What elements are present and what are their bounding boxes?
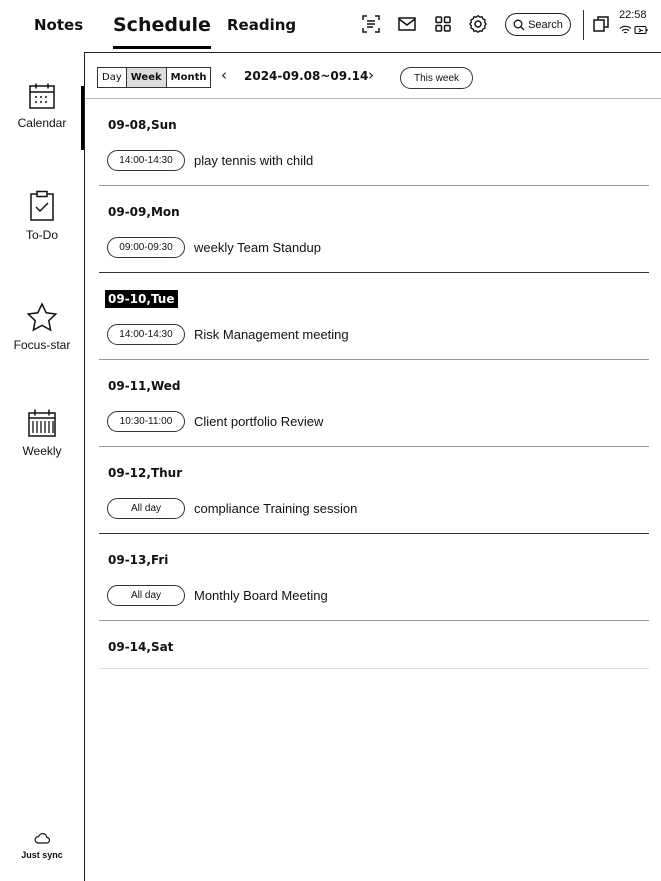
top-bar: Notes Schedule Reading Search 22:58 bbox=[0, 0, 661, 53]
event-item[interactable]: All day Monthly Board Meeting bbox=[107, 585, 328, 606]
search-icon bbox=[513, 19, 525, 30]
day-label-today: 09-10,Tue bbox=[105, 290, 178, 308]
sidebar-item-label: Focus-star bbox=[13, 338, 71, 352]
day-label: 09-09,Mon bbox=[108, 205, 180, 219]
day-label: 09-11,Wed bbox=[108, 379, 181, 393]
tab-notes[interactable]: Notes bbox=[34, 0, 83, 50]
sidebar-item-label: Weekly bbox=[22, 444, 62, 458]
weekly-icon bbox=[28, 409, 56, 437]
sync-button[interactable]: Just sync bbox=[0, 832, 84, 860]
day-label: 09-13,Fri bbox=[108, 553, 169, 567]
event-item[interactable]: 14:00-14:30 Risk Management meeting bbox=[107, 324, 349, 345]
event-title: play tennis with child bbox=[194, 153, 314, 168]
day-section: 09-11,Wed 10:30-11:00 Client portfolio R… bbox=[99, 359, 649, 447]
event-item[interactable]: 09:00-09:30 weekly Team Standup bbox=[107, 237, 321, 258]
day-section: 09-09,Mon 09:00-09:30 weekly Team Standu… bbox=[99, 185, 649, 273]
sidebar-item-label: Calendar bbox=[17, 116, 67, 130]
day-section: 09-10,Tue 14:00-14:30 Risk Management me… bbox=[99, 272, 649, 360]
todo-icon bbox=[30, 190, 54, 221]
sidebar-item-calendar[interactable]: Calendar bbox=[0, 82, 84, 130]
event-time: All day bbox=[107, 498, 185, 519]
next-week-icon[interactable]: › bbox=[368, 66, 374, 84]
battery-icon bbox=[634, 25, 648, 35]
tab-reading[interactable]: Reading bbox=[227, 0, 296, 50]
star-icon bbox=[26, 302, 58, 332]
view-month-button[interactable]: Month bbox=[166, 68, 211, 87]
event-title: Client portfolio Review bbox=[194, 414, 324, 429]
event-title: weekly Team Standup bbox=[194, 240, 321, 255]
this-week-button[interactable]: This week bbox=[400, 67, 473, 89]
tab-schedule[interactable]: Schedule bbox=[113, 0, 211, 50]
day-label: 09-08,Sun bbox=[108, 118, 177, 132]
settings-icon[interactable] bbox=[467, 13, 489, 35]
sidebar-item-todo[interactable]: To-Do bbox=[0, 190, 84, 242]
apps-icon[interactable] bbox=[432, 13, 454, 35]
event-time: 14:00-14:30 bbox=[107, 150, 185, 171]
window-icon[interactable] bbox=[590, 13, 612, 35]
sidebar-item-focus-star[interactable]: Focus-star bbox=[0, 302, 84, 352]
sync-label: Just sync bbox=[21, 850, 63, 860]
sidebar: Calendar To-Do Focus-star Weekly Just sy… bbox=[0, 52, 85, 881]
view-switcher: Day Week Month bbox=[97, 67, 212, 88]
day-section: 09-08,Sun 14:00-14:30 play tennis with c… bbox=[99, 98, 649, 186]
search-button[interactable]: Search bbox=[505, 13, 571, 36]
day-section: 09-13,Fri All day Monthly Board Meeting bbox=[99, 533, 649, 621]
event-title: compliance Training session bbox=[194, 501, 358, 516]
event-title: Risk Management meeting bbox=[194, 327, 349, 342]
sidebar-item-label: To-Do bbox=[25, 228, 58, 242]
event-item[interactable]: 10:30-11:00 Client portfolio Review bbox=[107, 411, 323, 432]
wifi-icon bbox=[619, 25, 632, 34]
mail-icon[interactable] bbox=[396, 13, 418, 35]
event-title: Monthly Board Meeting bbox=[194, 588, 328, 603]
day-label: 09-14,Sat bbox=[108, 640, 174, 654]
day-section: 09-14,Sat bbox=[99, 620, 649, 669]
event-item[interactable]: All day compliance Training session bbox=[107, 498, 357, 519]
view-week-button[interactable]: Week bbox=[125, 68, 167, 87]
event-item[interactable]: 14:00-14:30 play tennis with child bbox=[107, 150, 313, 171]
previous-week-icon[interactable]: ‹ bbox=[221, 66, 227, 84]
event-time: All day bbox=[107, 585, 185, 606]
day-section: 09-12,Thur All day compliance Training s… bbox=[99, 446, 649, 534]
view-day-button[interactable]: Day bbox=[98, 68, 126, 87]
clock: 22:58 bbox=[619, 9, 647, 21]
event-time: 09:00-09:30 bbox=[107, 237, 185, 258]
status-icons bbox=[619, 25, 648, 35]
event-time: 14:00-14:30 bbox=[107, 324, 185, 345]
day-label: 09-12,Thur bbox=[108, 466, 183, 480]
schedule-toolbar: Day Week Month ‹ 2024-09.08~09.14 › This… bbox=[85, 52, 661, 99]
event-time: 10:30-11:00 bbox=[107, 411, 185, 432]
cloud-icon bbox=[34, 833, 50, 844]
divider bbox=[583, 10, 585, 40]
search-label: Search bbox=[528, 18, 563, 31]
sidebar-item-weekly[interactable]: Weekly bbox=[0, 408, 84, 458]
date-range: 2024-09.08~09.14 bbox=[244, 69, 369, 83]
scan-icon[interactable] bbox=[360, 13, 382, 35]
calendar-icon bbox=[29, 83, 55, 109]
